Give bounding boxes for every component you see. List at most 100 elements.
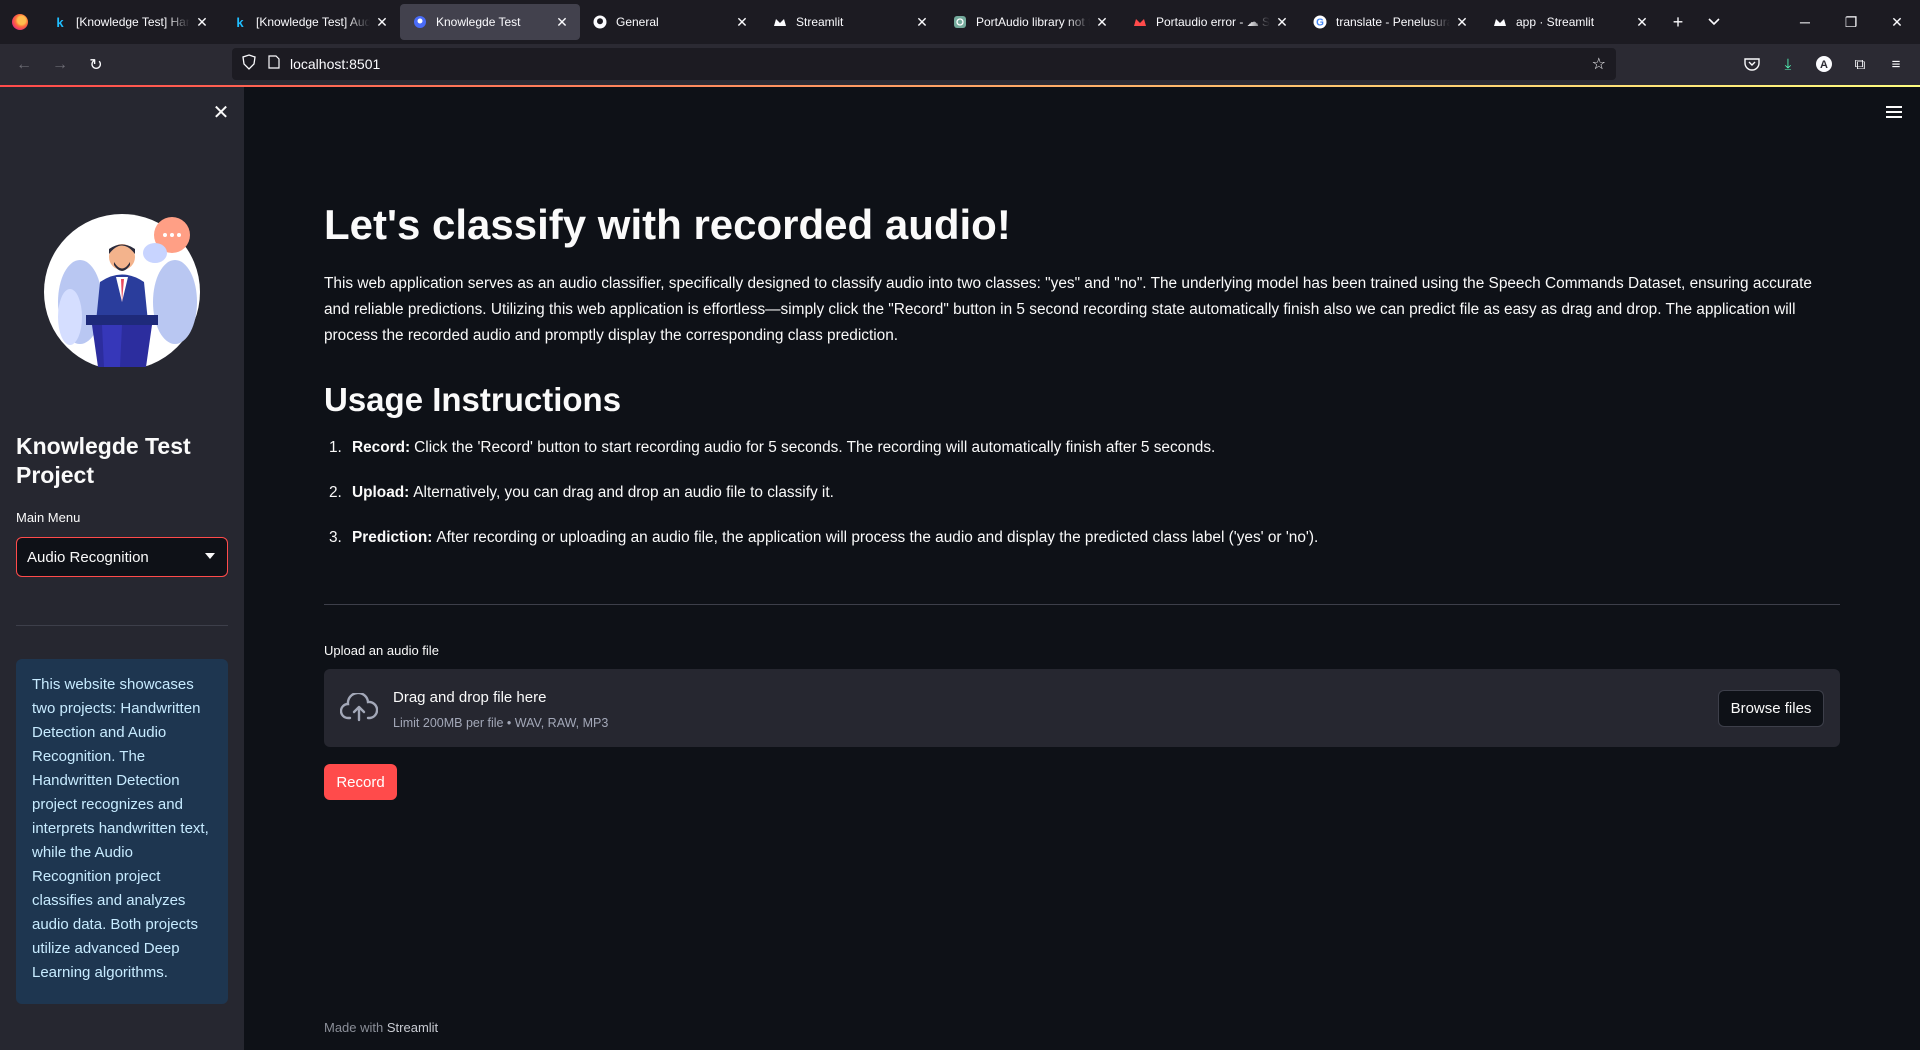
tab-portaudio-error[interactable]: Portaudio error - ☁ St ✕ bbox=[1120, 4, 1300, 40]
step-keyword: Upload: bbox=[352, 484, 410, 501]
footer: Made with Streamlit bbox=[324, 1020, 438, 1035]
close-tab-icon[interactable]: ✕ bbox=[1454, 14, 1470, 31]
upload-label: Upload an audio file bbox=[324, 643, 439, 658]
streamlit-crown-icon bbox=[1492, 14, 1508, 30]
step-text: After recording or uploading an audio fi… bbox=[436, 529, 1319, 546]
list-item: 2. Upload: Alternatively, you can drag an… bbox=[324, 482, 1840, 527]
tab-knowledge-test-hand[interactable]: k [Knowledge Test] Hand ✕ bbox=[40, 4, 220, 40]
page-load-indicator bbox=[0, 85, 1920, 87]
url-text[interactable]: localhost:8501 bbox=[290, 56, 380, 72]
tab-title: PortAudio library not fo bbox=[976, 15, 1090, 29]
intro-paragraph: This web application serves as an audio … bbox=[324, 275, 1812, 344]
window-controls: ─ ❐ ✕ bbox=[1782, 0, 1920, 44]
downloads-icon[interactable]: ⤓ bbox=[1770, 48, 1806, 80]
k-favicon-icon: k bbox=[236, 14, 244, 30]
step-number: 1. bbox=[329, 439, 342, 456]
close-window-icon[interactable]: ✕ bbox=[1874, 0, 1920, 44]
github-favicon-icon bbox=[592, 14, 608, 30]
account-avatar-icon[interactable]: A bbox=[1806, 48, 1842, 80]
sidebar: ✕ Knowlegde Test Project Main Menu Audio… bbox=[0, 87, 244, 1050]
streamlit-crown-icon bbox=[772, 14, 788, 30]
step-text: Alternatively, you can drag and drop an … bbox=[413, 484, 834, 501]
tab-title: [Knowledge Test] Audi bbox=[256, 15, 370, 29]
close-tab-icon[interactable]: ✕ bbox=[914, 14, 930, 31]
list-item: 3. Prediction: After recording or uploadi… bbox=[324, 527, 1840, 572]
list-item: 1. Record: Click the 'Record' button to s… bbox=[324, 437, 1840, 482]
close-tab-icon[interactable]: ✕ bbox=[1274, 14, 1290, 31]
list-tabs-chevron-icon[interactable] bbox=[1696, 4, 1732, 40]
usage-steps-list: 1. Record: Click the 'Record' button to s… bbox=[324, 437, 1840, 572]
forward-arrow-icon[interactable]: → bbox=[42, 49, 78, 81]
tab-translate[interactable]: G translate - Penelusuran ✕ bbox=[1300, 4, 1480, 40]
step-keyword: Record: bbox=[352, 439, 411, 456]
sidebar-title: Knowlegde Test Project bbox=[16, 433, 191, 488]
step-number: 2. bbox=[329, 484, 342, 501]
google-favicon-icon: G bbox=[1312, 14, 1328, 30]
firefox-menu-icon[interactable] bbox=[0, 0, 40, 44]
streamlit-link[interactable]: Streamlit bbox=[387, 1020, 438, 1035]
dropzone-instructions: Drag and drop file here bbox=[393, 689, 547, 706]
tab-knowlegde-test[interactable]: Knowlegde Test ✕ bbox=[400, 4, 580, 40]
url-bar[interactable]: localhost:8501 ☆ bbox=[232, 48, 1616, 80]
reload-icon[interactable]: ↻ bbox=[78, 49, 114, 81]
tab-title: Knowlegde Test bbox=[436, 15, 521, 29]
chevron-down-icon bbox=[205, 553, 215, 559]
openai-favicon-icon bbox=[952, 14, 968, 30]
speaker-podium-illustration bbox=[44, 214, 200, 367]
close-tab-icon[interactable]: ✕ bbox=[554, 14, 570, 31]
tab-title: app · Streamlit bbox=[1516, 15, 1595, 29]
pocket-icon[interactable] bbox=[1734, 48, 1770, 80]
sidebar-divider bbox=[16, 625, 228, 626]
svg-text:G: G bbox=[1316, 18, 1324, 29]
usage-heading: Usage Instructions bbox=[324, 381, 622, 418]
tab-title: [Knowledge Test] Hand bbox=[76, 15, 190, 29]
main-menu-label: Main Menu bbox=[16, 510, 81, 525]
k-favicon-icon: k bbox=[56, 14, 64, 30]
tab-general[interactable]: General ✕ bbox=[580, 4, 760, 40]
close-tab-icon[interactable]: ✕ bbox=[1094, 14, 1110, 31]
bookmark-star-icon[interactable]: ☆ bbox=[1592, 54, 1606, 74]
close-sidebar-icon[interactable]: ✕ bbox=[210, 101, 232, 124]
content-divider bbox=[324, 604, 1840, 605]
svg-text:A: A bbox=[1820, 59, 1828, 71]
streamlit-favicon-icon bbox=[412, 14, 428, 30]
minimize-icon[interactable]: ─ bbox=[1782, 0, 1828, 44]
toolbar-right: ⤓ A ⧉ ≡ bbox=[1734, 48, 1914, 80]
new-tab-icon[interactable]: + bbox=[1660, 4, 1696, 40]
browser-nav-bar: ← → ↻ localhost:8501 ☆ ⤓ A ⧉ ≡ bbox=[0, 44, 1920, 85]
page-title: Let's classify with recorded audio! bbox=[324, 201, 1011, 248]
close-tab-icon[interactable]: ✕ bbox=[734, 14, 750, 31]
extensions-icon[interactable]: ⧉ bbox=[1842, 48, 1878, 80]
back-arrow-icon[interactable]: ← bbox=[6, 49, 42, 81]
tab-portaudio-library[interactable]: PortAudio library not fo ✕ bbox=[940, 4, 1120, 40]
close-tab-icon[interactable]: ✕ bbox=[194, 14, 210, 31]
cloud-upload-icon bbox=[340, 693, 378, 722]
tab-title: General bbox=[616, 15, 659, 29]
browse-files-button[interactable]: Browse files bbox=[1718, 690, 1824, 727]
footer-prefix: Made with bbox=[324, 1020, 384, 1035]
streamlit-red-crown-icon bbox=[1132, 14, 1148, 30]
app-menu-icon[interactable]: ≡ bbox=[1878, 48, 1914, 80]
main-menu-select[interactable]: Audio Recognition bbox=[16, 537, 228, 577]
tab-streamlit[interactable]: Streamlit ✕ bbox=[760, 4, 940, 40]
step-keyword: Prediction: bbox=[352, 529, 433, 546]
page-icon bbox=[268, 54, 280, 74]
tab-strip: k [Knowledge Test] Hand ✕ k [Knowledge T… bbox=[40, 0, 1732, 44]
step-text: Click the 'Record' button to start recor… bbox=[414, 439, 1216, 456]
tab-title: translate - Penelusuran bbox=[1336, 15, 1450, 29]
close-tab-icon[interactable]: ✕ bbox=[1634, 14, 1650, 31]
tab-app-streamlit[interactable]: app · Streamlit ✕ bbox=[1480, 4, 1660, 40]
close-tab-icon[interactable]: ✕ bbox=[374, 14, 390, 31]
file-dropzone[interactable]: Drag and drop file here Limit 200MB per … bbox=[324, 669, 1840, 747]
shield-icon[interactable] bbox=[242, 53, 256, 75]
record-button[interactable]: Record bbox=[324, 764, 397, 800]
tab-title: Portaudio error - ☁ St bbox=[1156, 15, 1270, 29]
step-number: 3. bbox=[329, 529, 342, 546]
tab-title: Streamlit bbox=[796, 15, 844, 29]
project-info-box: This website showcases two projects: Han… bbox=[16, 659, 228, 1004]
dropzone-limits: Limit 200MB per file • WAV, RAW, MP3 bbox=[393, 716, 609, 730]
restore-icon[interactable]: ❐ bbox=[1828, 0, 1874, 44]
tab-knowledge-test-audio[interactable]: k [Knowledge Test] Audi ✕ bbox=[220, 4, 400, 40]
hamburger-menu-icon[interactable] bbox=[1882, 100, 1906, 124]
main-menu-selected-value: Audio Recognition bbox=[27, 548, 149, 566]
